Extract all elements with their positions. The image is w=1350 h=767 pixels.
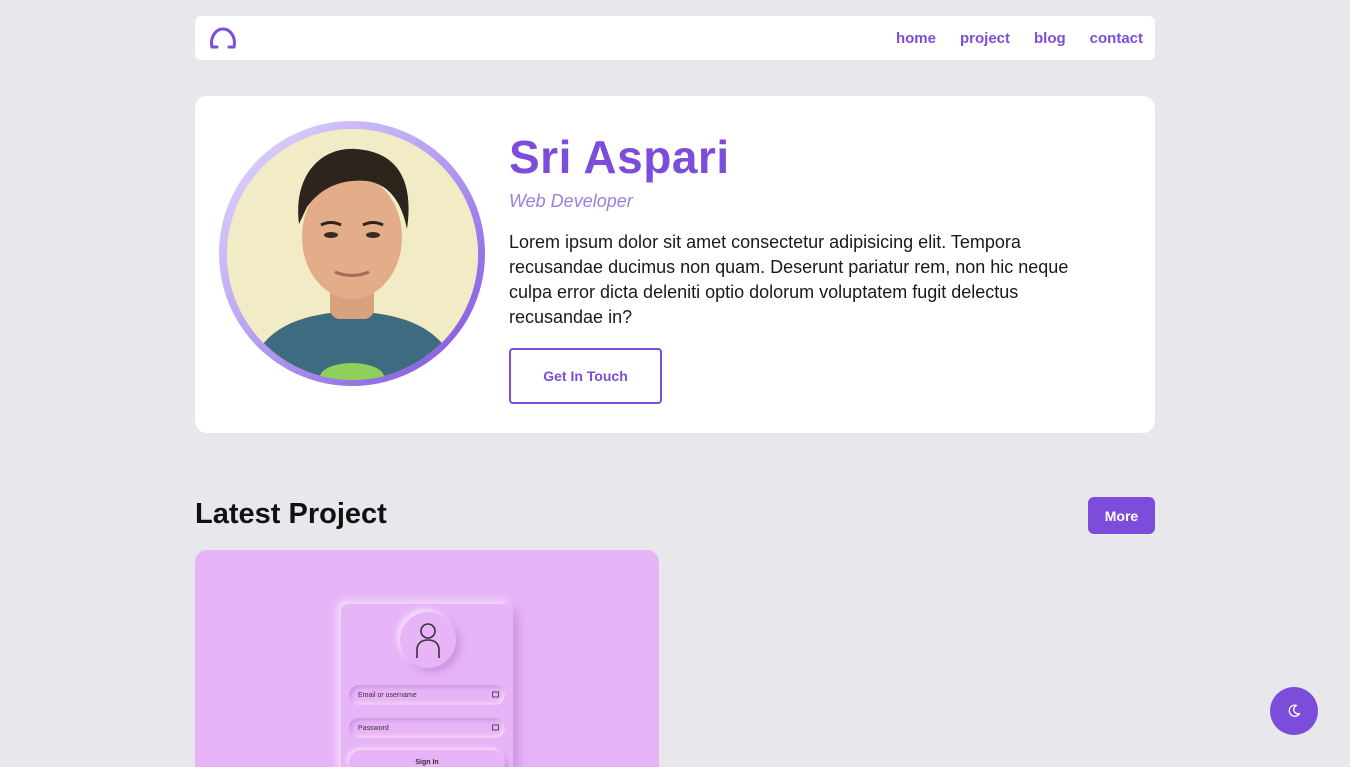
more-button[interactable]: More: [1088, 497, 1155, 534]
mock-username-placeholder: Email or username: [358, 691, 417, 699]
navbar: home project blog contact: [195, 16, 1155, 60]
field-icon: [492, 691, 499, 698]
user-icon: [400, 612, 456, 668]
hero-card: Sri Aspari Web Developer Lorem ipsum dol…: [195, 96, 1155, 433]
avatar: [227, 129, 478, 380]
project-thumbnail-login-mockup: Email or username Password Sign In: [341, 604, 513, 767]
section-title-latest-project: Latest Project: [195, 498, 387, 530]
mock-password-field: Password: [349, 718, 505, 738]
theme-toggle-button[interactable]: [1270, 687, 1318, 735]
field-icon: [492, 724, 499, 731]
get-in-touch-button[interactable]: Get In Touch: [509, 347, 662, 404]
project-card[interactable]: Email or username Password Sign In: [195, 550, 659, 767]
mock-username-field: Email or username: [349, 685, 505, 705]
mock-signin-button: Sign In: [349, 750, 505, 767]
hero-text: Sri Aspari Web Developer Lorem ipsum dol…: [509, 132, 1129, 404]
nav-link-project[interactable]: project: [960, 30, 1010, 47]
nav-link-home[interactable]: home: [896, 30, 936, 47]
hero-name: Sri Aspari: [509, 131, 730, 183]
avatar-ring: [219, 121, 485, 386]
page: home project blog contact Sri Aspari Web…: [0, 0, 1350, 767]
nav-link-blog[interactable]: blog: [1034, 30, 1066, 47]
mock-password-placeholder: Password: [358, 724, 389, 732]
hero-role: Web Developer: [509, 190, 633, 211]
moon-icon: [1288, 704, 1301, 717]
hero-description: Lorem ipsum dolor sit amet consectetur a…: [509, 231, 1069, 327]
nav-link-contact[interactable]: contact: [1090, 30, 1143, 47]
brand-logo-icon[interactable]: [209, 26, 237, 50]
nav-links: home project blog contact: [896, 30, 1143, 47]
